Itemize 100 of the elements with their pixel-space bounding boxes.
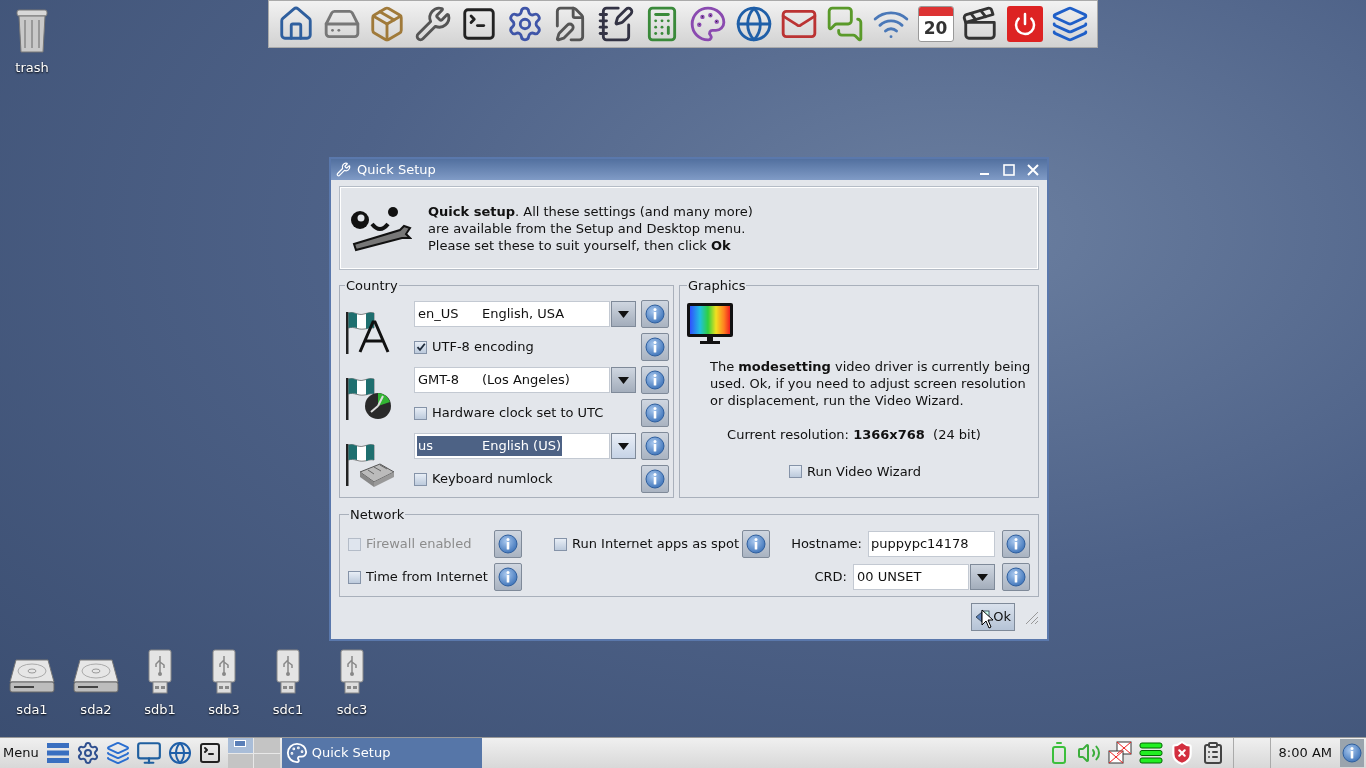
hostname-field[interactable]: puppypc14178 bbox=[868, 531, 995, 557]
workspace-pager[interactable] bbox=[227, 737, 280, 768]
monitor-icon[interactable] bbox=[135, 740, 162, 766]
dropdown-button[interactable] bbox=[611, 433, 636, 459]
info-button[interactable] bbox=[1340, 739, 1364, 767]
desktop-icon-label: sdb1 bbox=[144, 701, 176, 719]
checkbox-label: Keyboard numlock bbox=[432, 470, 553, 489]
usb-stick-icon[interactable] bbox=[275, 648, 301, 696]
menu-button[interactable]: Menu bbox=[0, 738, 42, 768]
info-button[interactable] bbox=[641, 465, 669, 493]
info-button[interactable] bbox=[494, 563, 522, 591]
caret-icon bbox=[977, 573, 988, 581]
mouse-cursor-icon bbox=[981, 609, 995, 629]
monitor-icon bbox=[686, 301, 734, 346]
calendar-icon[interactable]: 20 bbox=[917, 6, 954, 42]
info-icon bbox=[498, 567, 518, 587]
chat-icon[interactable] bbox=[826, 5, 865, 43]
info-button[interactable] bbox=[641, 399, 669, 427]
close-icon[interactable] bbox=[1027, 163, 1039, 176]
info-icon bbox=[645, 469, 665, 489]
checkbox[interactable] bbox=[414, 340, 427, 354]
checkbox[interactable] bbox=[789, 465, 802, 479]
info-icon bbox=[1006, 567, 1026, 587]
hard-drive-icon[interactable] bbox=[72, 656, 120, 696]
desktop-icon-label: sda1 bbox=[16, 701, 48, 719]
maximize-icon[interactable] bbox=[1003, 163, 1015, 176]
globe-icon[interactable] bbox=[734, 5, 773, 43]
info-icon bbox=[645, 370, 665, 390]
driver-description: The modesetting video driver is currently being used. Ok, if you need to adjust screen resolution or displacement, run the Video Wizard. bbox=[710, 357, 1032, 409]
info-icon bbox=[645, 403, 665, 423]
power-icon[interactable] bbox=[1007, 6, 1044, 42]
checkbox[interactable] bbox=[554, 537, 567, 551]
storage-stack-icon[interactable] bbox=[1138, 741, 1163, 765]
windows-icon[interactable] bbox=[1050, 5, 1089, 43]
tools-icon bbox=[336, 162, 351, 177]
hard-drive-icon[interactable] bbox=[8, 656, 56, 696]
info-button[interactable] bbox=[641, 432, 669, 460]
checkbox-label: Run Internet apps as spot bbox=[572, 535, 740, 554]
checkbox-label: UTF-8 encoding bbox=[432, 338, 534, 357]
usb-stick-icon[interactable] bbox=[339, 648, 365, 696]
tools-icon[interactable] bbox=[414, 5, 453, 43]
palette-icon[interactable] bbox=[688, 5, 727, 43]
notebook-pen-icon[interactable] bbox=[597, 5, 636, 43]
trash-can-icon[interactable] bbox=[15, 8, 49, 54]
info-button[interactable] bbox=[1002, 530, 1030, 558]
info-button[interactable] bbox=[641, 300, 669, 328]
caret-icon bbox=[618, 376, 629, 384]
windows-icon[interactable] bbox=[105, 741, 130, 765]
checkbox[interactable] bbox=[414, 472, 427, 486]
dropdown-field[interactable]: en_US English, USA bbox=[414, 301, 610, 327]
list-icon[interactable] bbox=[45, 741, 70, 765]
checkbox[interactable] bbox=[414, 406, 427, 420]
desktop-icon-label: trash bbox=[15, 59, 49, 77]
settings-icon[interactable] bbox=[75, 741, 100, 765]
dropdown-button[interactable] bbox=[970, 564, 995, 590]
info-button[interactable] bbox=[742, 530, 770, 558]
info-button[interactable] bbox=[494, 530, 522, 558]
dropdown-field[interactable]: 00 UNSET bbox=[853, 564, 969, 590]
info-icon bbox=[1006, 534, 1026, 554]
group-title: Country bbox=[345, 277, 399, 295]
dropdown-field[interactable]: us English (US) bbox=[414, 433, 610, 459]
field-label: Hostname: bbox=[791, 535, 862, 554]
caret-icon bbox=[618, 442, 629, 450]
field-label: CRD: bbox=[814, 568, 847, 587]
intro-text: Quick setup. All these settings (and many more) are available from the Setup and Desktop menu. Please set these to suit yourself, then click Ok bbox=[428, 202, 753, 254]
info-icon bbox=[645, 436, 665, 456]
desktop-icon-label: sdb3 bbox=[208, 701, 240, 719]
caret-icon bbox=[618, 310, 629, 318]
info-icon bbox=[645, 337, 665, 357]
info-button[interactable] bbox=[1002, 563, 1030, 591]
usb-stick-icon[interactable] bbox=[211, 648, 237, 696]
group-title: Graphics bbox=[687, 277, 747, 295]
usb-stick-icon[interactable] bbox=[147, 648, 173, 696]
desktop-icon-label: sda2 bbox=[80, 701, 112, 719]
info-icon bbox=[746, 534, 766, 554]
info-icon bbox=[1342, 743, 1362, 763]
clock[interactable]: 8:00 AM bbox=[1270, 743, 1340, 763]
desktop-icon-label: sdc1 bbox=[272, 701, 304, 719]
checkbox-label: Hardware clock set to UTC bbox=[432, 404, 604, 423]
group-title: Network bbox=[349, 506, 406, 524]
terminal-icon[interactable] bbox=[197, 741, 222, 765]
dropdown-field[interactable]: GMT-8 (Los Angeles) bbox=[414, 367, 610, 393]
checkbox-label: Firewall enabled bbox=[366, 535, 472, 554]
resolution-text: Current resolution: 1366x768 (24 bit) bbox=[727, 425, 981, 444]
dropdown-button[interactable] bbox=[611, 301, 636, 327]
globe-icon[interactable] bbox=[167, 741, 192, 765]
checkbox-label: Run Video Wizard bbox=[807, 463, 921, 481]
palette-icon bbox=[285, 742, 308, 764]
resize-grip-icon[interactable] bbox=[1023, 609, 1039, 625]
info-button[interactable] bbox=[641, 333, 669, 361]
checkbox[interactable] bbox=[348, 570, 361, 584]
checkbox-label: Time from Internet bbox=[366, 568, 488, 587]
network-error-icon[interactable] bbox=[1106, 741, 1133, 765]
info-icon bbox=[645, 304, 665, 324]
taskbar-button[interactable]: Quick Setup bbox=[281, 737, 482, 768]
info-icon bbox=[498, 534, 518, 554]
desktop-icon-label: sdc3 bbox=[336, 701, 368, 719]
info-button[interactable] bbox=[641, 366, 669, 394]
dropdown-button[interactable] bbox=[611, 367, 636, 393]
window-title: Quick Setup bbox=[357, 160, 436, 179]
